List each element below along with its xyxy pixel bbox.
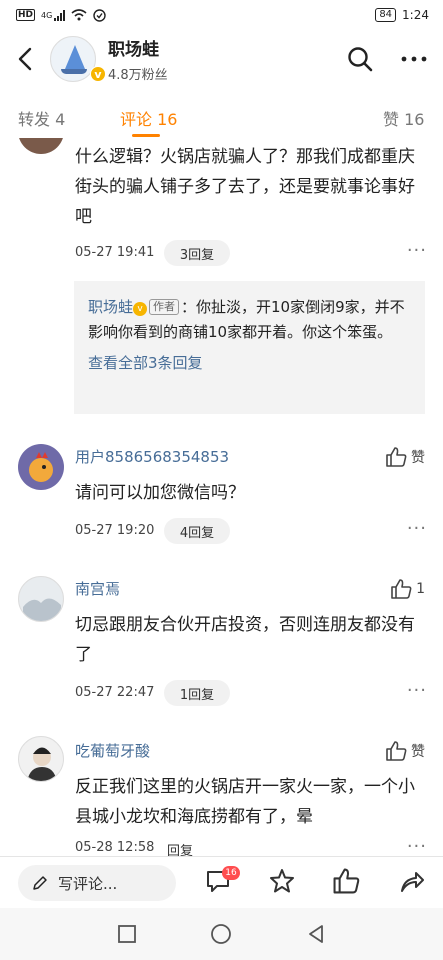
reply-count-button[interactable]: 4回复 bbox=[164, 518, 230, 544]
comment-date: 05-28 12:58 bbox=[75, 840, 155, 855]
reply-count-button[interactable]: 1回复 bbox=[164, 680, 230, 706]
status-right: 84 1:24 bbox=[375, 8, 429, 22]
verified-icon: v bbox=[133, 302, 148, 316]
battery-icon: 84 bbox=[375, 8, 397, 22]
comment-more-icon[interactable]: ··· bbox=[407, 680, 427, 701]
tab-comments[interactable]: 评论 16 bbox=[120, 106, 177, 130]
write-comment-label: 写评论... bbox=[58, 874, 118, 893]
comment-avatar[interactable] bbox=[18, 138, 64, 154]
comment-date: 05-27 19:41 bbox=[75, 245, 155, 260]
comment-avatar[interactable] bbox=[18, 444, 64, 490]
signal-icon bbox=[54, 9, 66, 21]
star-icon[interactable] bbox=[268, 867, 296, 895]
follower-count: 4.8万粉丝 bbox=[108, 68, 168, 83]
back-button[interactable] bbox=[0, 30, 50, 88]
clock: 1:24 bbox=[402, 8, 429, 22]
pencil-icon bbox=[33, 876, 47, 890]
home-icon[interactable] bbox=[210, 923, 232, 945]
thumbs-up-icon bbox=[391, 579, 412, 599]
reply-count-button[interactable]: 3回复 bbox=[164, 240, 230, 266]
header: v 职场蛙 4.8万粉丝 bbox=[0, 30, 443, 88]
comment-count-badge: 16 bbox=[222, 866, 240, 880]
comment-date: 05-27 19:20 bbox=[75, 523, 155, 538]
comment-username[interactable]: 用户8586568354853 bbox=[75, 446, 229, 467]
account-info[interactable]: 职场蛙 4.8万粉丝 bbox=[108, 35, 168, 83]
like-count: 1 bbox=[416, 581, 425, 597]
network-type: 4G bbox=[41, 10, 53, 20]
like-button[interactable]: 赞 bbox=[385, 740, 425, 762]
comment-more-icon[interactable]: ··· bbox=[407, 836, 427, 856]
comment-more-icon[interactable]: ··· bbox=[407, 240, 427, 261]
back-nav-icon[interactable] bbox=[306, 924, 326, 944]
comment-text: 什么逻辑？火锅店就骗人了？那我们成都重庆街头的骗人铺子多了去了，还是要就事论事好… bbox=[75, 147, 415, 227]
data-saver-icon bbox=[93, 8, 107, 22]
bottom-action-bar: 写评论... bbox=[0, 856, 443, 908]
like-button[interactable]: 赞 bbox=[385, 446, 425, 468]
comment-list: 什么逻辑？火锅店就骗人了？那我们成都重庆街头的骗人铺子多了去了，还是要就事论事好… bbox=[0, 138, 443, 856]
comment-avatar[interactable] bbox=[18, 576, 64, 622]
system-nav-bar bbox=[0, 908, 443, 960]
like-button[interactable]: 1 bbox=[390, 578, 425, 600]
comment-text: 请问可以加您微信吗？ bbox=[75, 483, 245, 503]
wifi-icon bbox=[71, 9, 87, 21]
status-left: HD 4G bbox=[16, 8, 107, 22]
tab-likes[interactable]: 赞 16 bbox=[383, 106, 424, 130]
tab-bar: 转发 4 评论 16 赞 16 bbox=[0, 96, 443, 138]
thumbs-up-icon bbox=[386, 447, 407, 467]
chevron-left-icon bbox=[18, 47, 32, 71]
status-bar: HD 4G 84 1:24 bbox=[0, 0, 443, 30]
reply-count-button[interactable]: 回复 bbox=[158, 836, 202, 857]
comment-text: 反正我们这里的火锅店开一家火一家，一个小县城小龙坎和海底捞都有了，晕 bbox=[75, 777, 415, 827]
header-actions bbox=[347, 30, 427, 88]
reply-author-name[interactable]: 职场蛙 bbox=[88, 298, 133, 316]
like-count: 赞 bbox=[411, 450, 425, 466]
hd-indicator: HD bbox=[16, 9, 36, 21]
comment-date: 05-27 22:47 bbox=[75, 685, 155, 700]
write-comment-button[interactable]: 写评论... bbox=[18, 865, 176, 901]
comment-username[interactable]: 吃葡萄牙酸 bbox=[75, 740, 150, 761]
thumbs-up-icon[interactable] bbox=[332, 867, 360, 895]
comment-text: 切忌跟朋友合伙开店投资，否则连朋友都没有了 bbox=[75, 615, 415, 665]
comment-more-icon[interactable]: ··· bbox=[407, 518, 427, 539]
tab-repost[interactable]: 转发 4 bbox=[18, 106, 65, 130]
tab-active-indicator bbox=[132, 134, 160, 137]
search-icon[interactable] bbox=[347, 46, 373, 72]
more-icon[interactable] bbox=[401, 56, 427, 62]
reply-preview[interactable]: 职场蛙 v 作者 ：你扯淡，开10家倒闭9家，并不影响你看到的商铺10家都开着。你这个… bbox=[74, 281, 425, 414]
like-count: 赞 bbox=[411, 744, 425, 760]
author-tag: 作者 bbox=[149, 299, 180, 315]
thumbs-up-icon bbox=[386, 741, 407, 761]
share-icon[interactable] bbox=[398, 867, 426, 895]
account-name: 职场蛙 bbox=[108, 40, 159, 60]
comment-avatar[interactable] bbox=[18, 736, 64, 782]
view-all-replies-link[interactable]: 查看全部3条回复 bbox=[88, 351, 411, 376]
recent-apps-icon[interactable] bbox=[117, 924, 137, 944]
verified-icon: v bbox=[90, 66, 106, 82]
comment-username[interactable]: 南宫焉 bbox=[75, 578, 120, 599]
